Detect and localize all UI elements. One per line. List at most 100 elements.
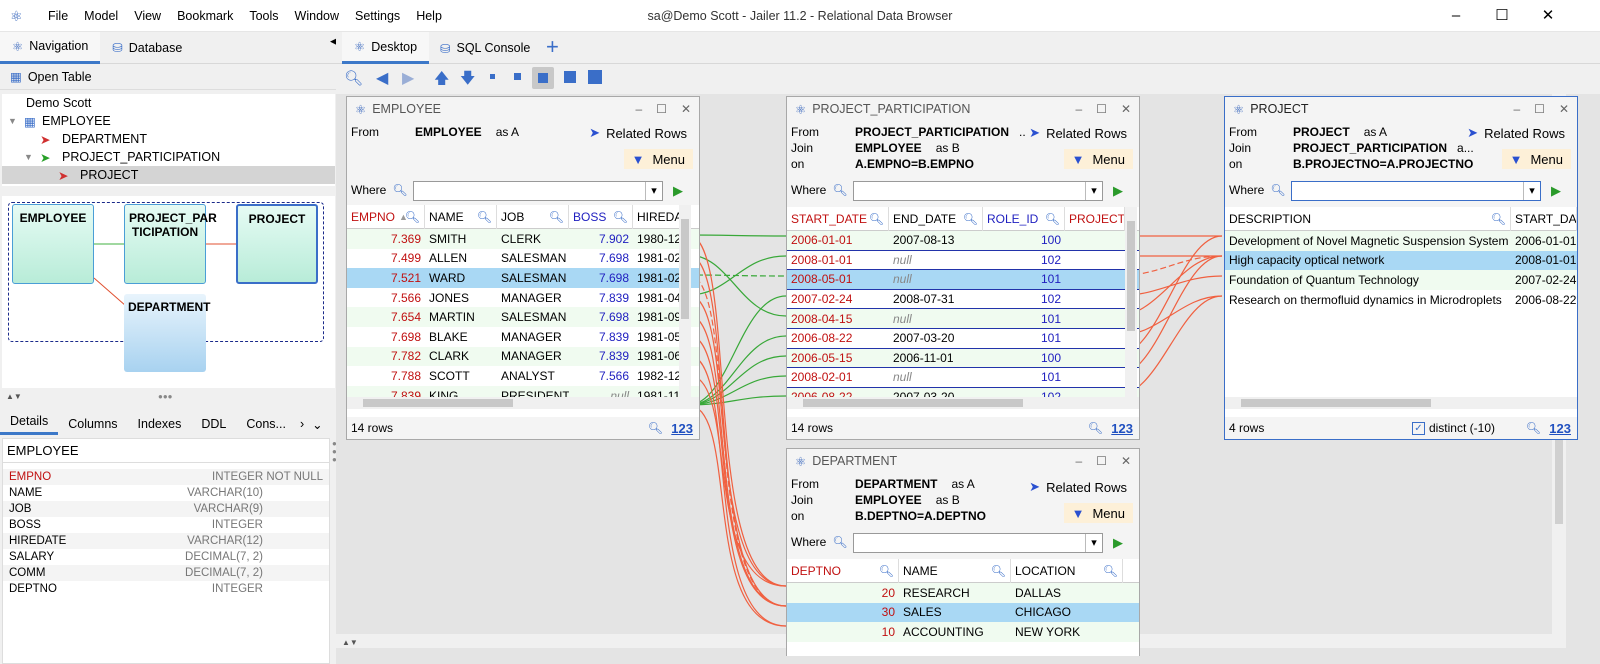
tree-item-employee[interactable]: ▼ ▦ EMPLOYEE <box>2 112 335 130</box>
search-icon[interactable]: 🔍︎ <box>1103 564 1118 578</box>
grid-vscroll[interactable] <box>1125 207 1137 397</box>
zoom-small-icon[interactable] <box>514 73 521 80</box>
table-row[interactable]: 10 ACCOUNTING NEW YORK <box>787 622 1139 642</box>
search-icon[interactable]: 🔍︎ <box>344 69 363 87</box>
close-icon[interactable]: ✕ <box>1559 102 1569 116</box>
diagram-department[interactable]: DEPARTMENT <box>124 294 210 372</box>
table-row[interactable]: 7.566 JONES MANAGER 7.839 1981-04- <box>347 288 699 308</box>
minimize-icon[interactable]: – <box>1446 6 1466 26</box>
zoom-xlarge-icon[interactable] <box>588 70 602 84</box>
where-input[interactable] <box>1291 181 1541 201</box>
close-icon[interactable]: ✕ <box>1538 6 1558 26</box>
maximize-icon[interactable]: ☐ <box>656 102 667 116</box>
row-count-toggle[interactable]: 123 <box>1549 421 1571 436</box>
minimize-icon[interactable]: – <box>635 102 642 116</box>
search-icon[interactable]: 🔍︎ <box>869 212 884 226</box>
table-row[interactable]: 7.521 WARD SALESMAN 7.698 1981-02- <box>347 268 699 288</box>
table-row[interactable]: 7.499 ALLEN SALESMAN 7.698 1981-02- <box>347 249 699 269</box>
col-header-location[interactable]: LOCATION 🔍︎ <box>1011 559 1123 583</box>
col-header-job[interactable]: JOB 🔍︎ <box>497 205 569 229</box>
back-icon[interactable]: ◀ <box>376 68 388 88</box>
open-table-button[interactable]: ▦ Open Table <box>0 64 336 90</box>
grid-hscroll[interactable] <box>787 397 1139 409</box>
tab-indexes[interactable]: Indexes <box>128 417 192 431</box>
search-icon[interactable]: 🔍︎ <box>405 210 420 224</box>
search-icon[interactable]: 🔍︎ <box>832 183 847 197</box>
desk-splitter-icon[interactable]: ▲▼ <box>342 638 358 647</box>
menu-window[interactable]: Window <box>287 9 347 23</box>
menu-help[interactable]: Help <box>408 9 450 23</box>
forward-icon[interactable]: ▶ <box>402 68 414 88</box>
maximize-icon[interactable]: ☐ <box>1492 6 1512 26</box>
menu-model[interactable]: Model <box>76 9 126 23</box>
chevron-right-icon[interactable]: › <box>296 417 308 431</box>
tab-ddl[interactable]: DDL <box>191 417 236 431</box>
search-icon[interactable]: 🔍︎ <box>1526 421 1541 435</box>
table-row[interactable]: 7.654 MARTIN SALESMAN 7.698 1981-09- <box>347 307 699 327</box>
where-input[interactable] <box>853 533 1103 553</box>
maximize-icon[interactable]: ☐ <box>1534 102 1545 116</box>
search-icon[interactable]: 🔍︎ <box>1088 421 1103 435</box>
where-input[interactable] <box>413 181 663 201</box>
arrow-up-icon[interactable]: 🡅 <box>434 68 449 93</box>
tab-database[interactable]: ⛁ Database <box>100 32 194 64</box>
col-header-boss[interactable]: BOSS 🔍︎ <box>569 205 633 229</box>
diagram-project-participation[interactable]: PROJECT_PAR TICIPATION <box>124 204 217 284</box>
maximize-icon[interactable]: ☐ <box>1096 102 1107 116</box>
grid-hscroll[interactable] <box>347 397 699 409</box>
search-icon[interactable]: 🔍︎ <box>1045 212 1060 226</box>
col-header-description[interactable]: DESCRIPTION 🔍︎ <box>1225 207 1511 231</box>
grid-hscroll[interactable] <box>1225 397 1577 409</box>
search-icon[interactable]: 🔍︎ <box>879 564 894 578</box>
tab-sql-console[interactable]: ⛁ SQL Console <box>428 32 542 64</box>
search-icon[interactable]: 🔍︎ <box>549 210 564 224</box>
table-row[interactable]: 7.369 SMITH CLERK 7.902 1980-12- <box>347 229 699 249</box>
distinct-checkbox[interactable]: ✓ distinct (-10) <box>1411 421 1495 435</box>
diagram-employee[interactable]: EMPLOYEE <box>12 204 94 284</box>
col-header-projectno[interactable]: PROJECTN <box>1065 207 1125 231</box>
run-query-icon[interactable]: ▶ <box>1551 183 1561 199</box>
search-icon[interactable]: 🔍︎ <box>1270 183 1285 197</box>
table-row[interactable]: 7.782 CLARK MANAGER 7.839 1981-06- <box>347 346 699 367</box>
arrow-down-icon[interactable]: 🡇 <box>460 68 475 93</box>
col-header-start-date[interactable]: START_DATE 🔍︎ <box>787 207 889 231</box>
search-icon[interactable]: 🔍︎ <box>1491 212 1506 226</box>
chevron-down-icon[interactable]: ⌄ <box>308 417 326 432</box>
table-row[interactable]: 2008-04-15 null 101 <box>787 309 1139 329</box>
col-header-end-date[interactable]: END_DATE 🔍︎ <box>889 207 983 231</box>
tree-item-db[interactable]: Demo Scott <box>2 94 335 112</box>
maximize-icon[interactable]: ☐ <box>1096 454 1107 468</box>
table-row[interactable]: 30 SALES CHICAGO <box>787 602 1139 623</box>
table-row[interactable]: 2008-01-01 null 102 <box>787 251 1139 271</box>
table-row[interactable]: 2006-08-22 2007-03-20 101 <box>787 329 1139 349</box>
col-header-deptno[interactable]: DEPTNO 🔍︎ <box>787 559 899 583</box>
minimize-icon[interactable]: – <box>1513 102 1520 116</box>
minimize-icon[interactable]: – <box>1075 102 1082 116</box>
run-query-icon[interactable]: ▶ <box>673 183 683 199</box>
menu-settings[interactable]: Settings <box>347 9 408 23</box>
diagram-project[interactable]: PROJECT <box>236 204 318 284</box>
collapse-icon[interactable]: ▼ <box>8 116 24 126</box>
search-icon[interactable]: 🔍︎ <box>477 210 492 224</box>
tab-constraints[interactable]: Cons... <box>236 417 296 431</box>
search-icon[interactable]: 🔍︎ <box>648 421 663 435</box>
related-rows-button[interactable]: ➤ Related Rows <box>585 123 691 143</box>
col-header-empno[interactable]: EMPNO ▲ 🔍︎ <box>347 205 425 229</box>
run-query-icon[interactable]: ▶ <box>1113 183 1123 199</box>
menu-button[interactable]: ▼ Menu <box>1063 503 1133 523</box>
menu-button[interactable]: ▼ Menu <box>1501 149 1571 169</box>
col-header-name[interactable]: NAME 🔍︎ <box>899 559 1011 583</box>
search-icon[interactable]: 🔍︎ <box>392 183 407 197</box>
tree-item-project-participation[interactable]: ▼ ➤ PROJECT_PARTICIPATION <box>2 148 335 166</box>
grid-vscroll[interactable] <box>679 205 691 399</box>
row-count-toggle[interactable]: 123 <box>671 421 693 436</box>
related-rows-button[interactable]: ➤ Related Rows <box>1463 123 1569 143</box>
table-row[interactable]: 2006-01-01 2007-08-13 100 <box>787 231 1139 251</box>
col-header-name[interactable]: NAME 🔍︎ <box>425 205 497 229</box>
diagram-splitter-icon[interactable]: ▲▼ <box>6 392 22 401</box>
close-icon[interactable]: ✕ <box>681 102 691 116</box>
tab-columns[interactable]: Columns <box>58 417 127 431</box>
menu-button[interactable]: ▼ Menu <box>623 149 693 169</box>
table-row[interactable]: 7.788 SCOTT ANALYST 7.566 1982-12- <box>347 366 699 386</box>
row-count-toggle[interactable]: 123 <box>1111 421 1133 436</box>
